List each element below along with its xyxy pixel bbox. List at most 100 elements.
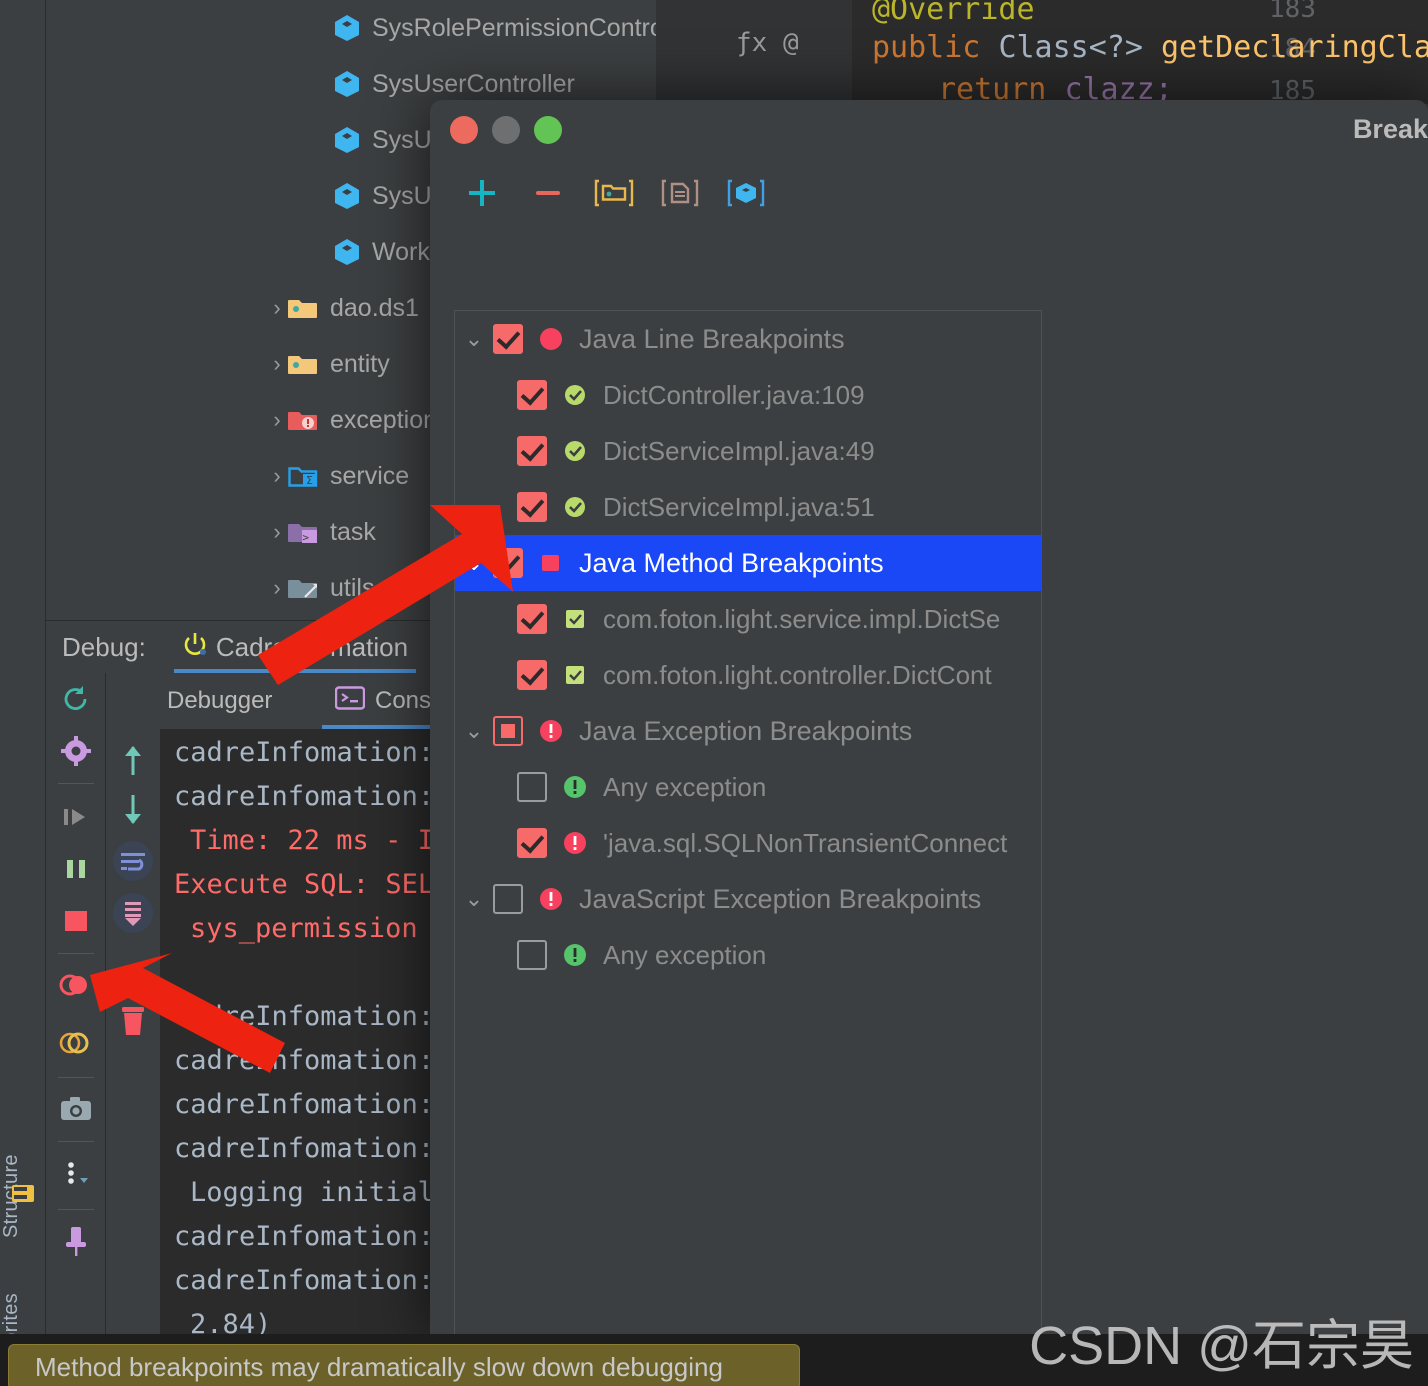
add-breakpoint-icon[interactable] — [460, 173, 504, 213]
structure-tool-label[interactable]: Structure — [0, 1078, 46, 1238]
breakpoint-group-row-selected[interactable]: ⌄ Java Method Breakpoints — [455, 535, 1041, 591]
breakpoint-row[interactable]: com.foton.light.service.impl.DictSe — [455, 591, 1041, 647]
tree-item-class[interactable]: SysRolePermissionContro — [86, 0, 656, 56]
group-by-file-icon[interactable] — [658, 173, 702, 213]
verified-check-icon — [561, 381, 589, 409]
verified-check-icon — [561, 493, 589, 521]
breakpoints-dialog[interactable]: Break ⌄ Java Line Breakpoints DictContro… — [430, 100, 1428, 1338]
resume-program-icon[interactable] — [54, 795, 98, 839]
breakpoint-row[interactable]: 'java.sql.SQLNonTransientConnect — [455, 815, 1041, 871]
folder-yellow-icon — [288, 296, 318, 320]
group-checkbox[interactable] — [493, 324, 523, 354]
structure-icon[interactable] — [12, 1185, 34, 1202]
mute-breakpoints-icon[interactable] — [54, 1021, 98, 1065]
chevron-down-icon[interactable]: ⌄ — [455, 886, 493, 912]
tab-debugger[interactable]: Debugger — [167, 673, 272, 729]
view-breakpoints-icon[interactable] — [54, 963, 98, 1007]
exception-green-icon — [561, 941, 589, 969]
chevron-down-icon[interactable]: ⌄ — [455, 550, 493, 576]
breakpoint-group-row[interactable]: ⌄ JavaScript Exception Breakpoints — [455, 871, 1041, 927]
line-breakpoint-dot — [537, 325, 565, 353]
dialog-title: Break — [1352, 114, 1428, 144]
breakpoint-checkbox[interactable] — [517, 604, 547, 634]
stop-icon[interactable] — [54, 899, 98, 943]
breakpoint-checkbox[interactable] — [517, 492, 547, 522]
group-by-package-icon[interactable] — [592, 173, 636, 213]
more-options-icon[interactable] — [54, 1151, 98, 1195]
console-gutter-toolbar — [107, 729, 159, 1337]
run-config-tab[interactable]: CadreInfomation — [173, 621, 417, 673]
group-checkbox[interactable] — [493, 884, 523, 914]
breakpoint-group-label: Java Line Breakpoints — [579, 323, 845, 354]
debug-toolbar — [46, 673, 106, 1337]
breakpoint-label: com.foton.light.service.impl.DictSe — [603, 603, 1001, 634]
java-class-icon — [334, 126, 360, 154]
breakpoint-label: com.foton.light.controller.DictCont — [603, 659, 992, 690]
close-button[interactable] — [450, 116, 478, 144]
code-editor[interactable]: 183 184 185 ƒx @ @Override public Class<… — [656, 0, 1428, 104]
group-checkbox[interactable] — [493, 716, 523, 746]
breakpoint-group-row[interactable]: ⌄ Java Line Breakpoints — [455, 311, 1041, 367]
chevron-right-icon[interactable]: › — [266, 519, 288, 545]
breakpoint-group-row[interactable]: ⌄ Java Exception Breakpoints — [455, 703, 1041, 759]
breakpoint-row[interactable]: DictController.java:109 — [455, 367, 1041, 423]
chevron-right-icon[interactable]: › — [266, 407, 288, 433]
chevron-right-icon[interactable]: › — [266, 351, 288, 377]
breakpoint-checkbox[interactable] — [517, 772, 547, 802]
line-number: 183 — [1269, 0, 1316, 24]
remove-breakpoint-icon[interactable] — [526, 173, 570, 213]
verified-check-icon — [561, 437, 589, 465]
svg-text:>_: >_ — [302, 531, 316, 544]
breakpoint-checkbox[interactable] — [517, 436, 547, 466]
breakpoint-label: DictServiceImpl.java:51 — [603, 491, 875, 522]
breakpoint-row[interactable]: com.foton.light.controller.DictCont — [455, 647, 1041, 703]
tree-item-label: SysRolePermissionContro — [372, 13, 656, 42]
rerun-icon[interactable] — [54, 677, 98, 721]
java-class-icon — [334, 238, 360, 266]
chevron-right-icon[interactable]: › — [266, 463, 288, 489]
breakpoint-checkbox[interactable] — [517, 660, 547, 690]
chevron-right-icon[interactable]: › — [266, 575, 288, 601]
code-signature: public Class<?> getDeclaringClass() — [872, 30, 1428, 65]
breakpoint-checkbox[interactable] — [517, 380, 547, 410]
down-arrow-icon[interactable] — [111, 787, 155, 831]
trash-icon[interactable] — [111, 999, 155, 1043]
scroll-to-end-icon[interactable] — [111, 891, 155, 935]
java-class-icon — [334, 70, 360, 98]
pin-icon[interactable] — [54, 1219, 98, 1263]
breakpoint-row[interactable]: DictServiceImpl.java:49 — [455, 423, 1041, 479]
settings-gear-icon[interactable] — [54, 729, 98, 773]
watermark: CSDN @石宗昊 — [1029, 1316, 1414, 1376]
warning-toast[interactable]: Method breakpoints may dramatically slow… — [8, 1344, 800, 1386]
group-by-class-icon[interactable] — [724, 173, 768, 213]
breakpoint-checkbox[interactable] — [517, 828, 547, 858]
chevron-down-icon[interactable]: ⌄ — [455, 718, 493, 744]
breakpoint-label: 'java.sql.SQLNonTransientConnect — [603, 827, 1008, 858]
dialog-titlebar[interactable]: Break — [430, 100, 1428, 162]
breakpoint-row[interactable]: Any exception — [455, 759, 1041, 815]
code-type: Class<?> — [998, 30, 1143, 65]
pause-program-icon[interactable] — [54, 847, 98, 891]
debug-title-label: Debug: — [62, 631, 146, 662]
tree-item-label: entity — [330, 349, 390, 378]
breakpoint-label: Any exception — [603, 771, 767, 802]
folder-yellow-icon — [288, 352, 318, 376]
camera-icon[interactable] — [54, 1087, 98, 1131]
breakpoint-label: DictController.java:109 — [603, 379, 865, 410]
warning-toast-text: Method breakpoints may dramatically slow… — [35, 1351, 723, 1382]
code-annotation: @Override — [872, 0, 1035, 27]
chevron-down-icon[interactable]: ⌄ — [455, 326, 493, 352]
breakpoints-tree[interactable]: ⌄ Java Line Breakpoints DictController.j… — [454, 310, 1042, 1338]
exception-green-icon — [561, 773, 589, 801]
up-arrow-icon[interactable] — [111, 739, 155, 783]
minimize-button[interactable] — [492, 116, 520, 144]
breakpoint-row[interactable]: DictServiceImpl.java:51 — [455, 479, 1041, 535]
maximize-button[interactable] — [534, 116, 562, 144]
left-tool-strip: Structure Favorites — [0, 0, 46, 1386]
breakpoint-checkbox[interactable] — [517, 940, 547, 970]
chevron-right-icon[interactable]: › — [266, 295, 288, 321]
method-override-marker-icon[interactable]: ƒx @ — [736, 28, 799, 58]
group-checkbox[interactable] — [493, 548, 523, 578]
soft-wrap-icon[interactable] — [111, 839, 155, 883]
breakpoint-row[interactable]: Any exception — [455, 927, 1041, 983]
